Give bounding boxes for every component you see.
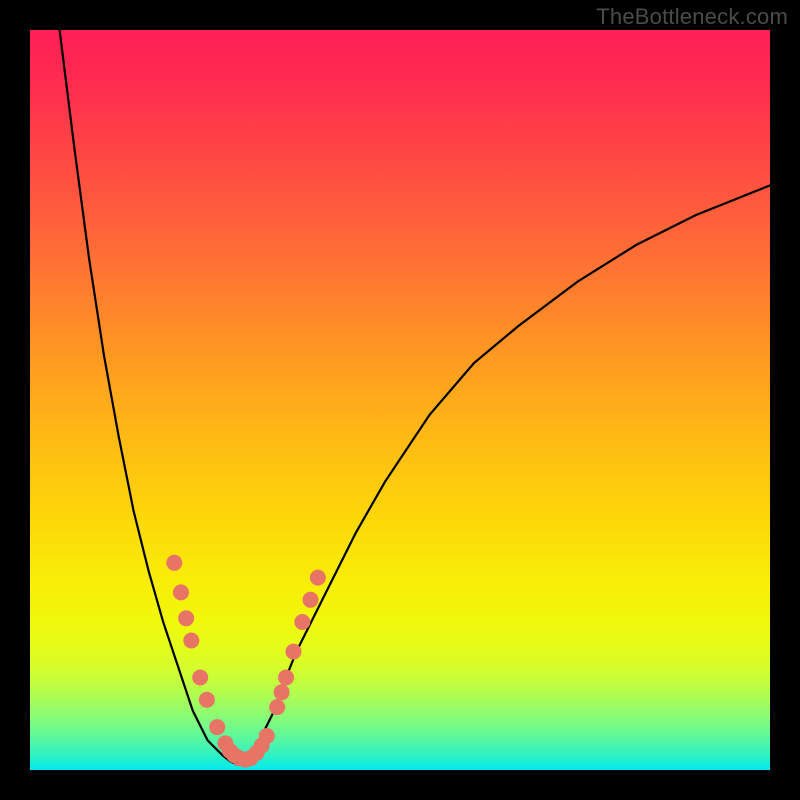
sample-point xyxy=(183,633,199,649)
chart-container: TheBottleneck.com xyxy=(0,0,800,800)
plot-area xyxy=(30,30,770,770)
sample-point xyxy=(269,699,285,715)
curve-right xyxy=(237,185,770,764)
sample-point xyxy=(209,719,225,735)
sample-points-left xyxy=(166,555,253,768)
curve-left xyxy=(60,30,238,765)
sample-points-right xyxy=(243,570,326,767)
watermark-text: TheBottleneck.com xyxy=(596,4,788,30)
sample-point xyxy=(310,570,326,586)
sample-point xyxy=(173,584,189,600)
sample-point xyxy=(285,644,301,660)
plot-svg xyxy=(30,30,770,770)
sample-point xyxy=(302,592,318,608)
sample-point xyxy=(294,614,310,630)
sample-point xyxy=(278,670,294,686)
sample-point xyxy=(259,728,275,744)
sample-point xyxy=(199,692,215,708)
sample-point xyxy=(274,684,290,700)
sample-point xyxy=(192,670,208,686)
sample-point xyxy=(166,555,182,571)
sample-point xyxy=(178,610,194,626)
